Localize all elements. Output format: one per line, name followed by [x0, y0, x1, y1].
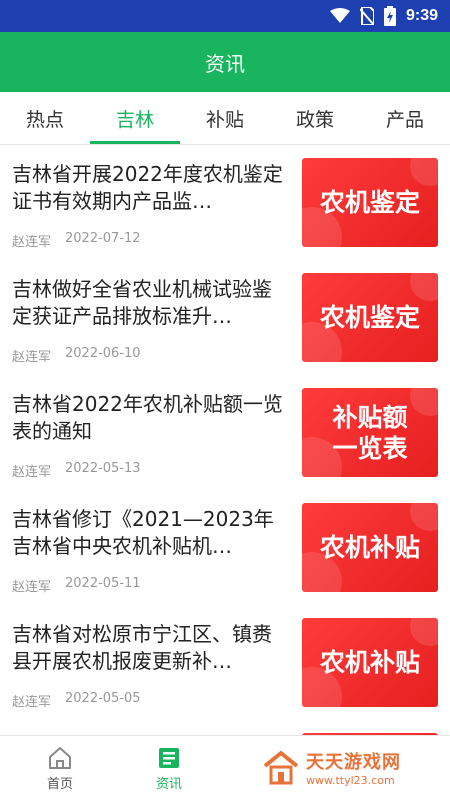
thumbnail-text: 农机鉴定 [319, 303, 420, 332]
nav-home-label: 首页 [46, 776, 73, 792]
article-thumbnail: 农机补贴 [302, 503, 438, 592]
article-title: 吉林省修订《2021—2023年吉林省中央农机补贴机… [12, 507, 274, 558]
list-item[interactable]: 吉林省修订《2021—2023年吉林省中央农机补贴机… 赵连军 2022-05-… [0, 490, 450, 605]
article-thumbnail: 农机鉴定 [302, 158, 438, 247]
page-title: 资讯 [205, 51, 245, 76]
watermark-house-icon [263, 750, 299, 784]
list-item[interactable]: 吉林省对松原市宁江区、镇赉县开展农机报废更新补… 赵连军 2022-05-05 … [0, 605, 450, 720]
status-time: 9:39 [405, 7, 438, 24]
thumbnail-text: 农机鉴定 [319, 188, 420, 217]
article-list: 吉林省开展2022年度农机鉴定证书有效期内产品监… 赵连军 2022-07-12… [0, 145, 450, 735]
article-meta: 赵连军 2022-07-12 [12, 231, 141, 250]
watermark-url: www.ttyl23.com [306, 774, 395, 787]
status-bar: 9:39 [0, 0, 450, 32]
article-date: 2022-06-10 [65, 346, 141, 361]
tab-subsidy[interactable]: 补贴 [180, 92, 270, 144]
nav-news-label: 资讯 [155, 776, 182, 792]
article-author: 赵连军 [12, 580, 52, 595]
article-date: 2022-07-12 [65, 231, 141, 246]
article-date: 2022-05-11 [65, 576, 141, 591]
list-item[interactable]: 吉林省2022年农机补贴额一览表的通知 赵连军 2022-05-13 补贴额 一… [0, 375, 450, 490]
article-author: 赵连军 [12, 465, 52, 480]
article-title: 吉林省对松原市宁江区、镇赉县开展农机报废更新补… [12, 622, 272, 673]
list-item[interactable]: 吉林做好全省农业机械试验鉴定获证产品排放标准升… 赵连军 2022-06-10 … [0, 260, 450, 375]
article-thumbnail: 农机补贴 [302, 618, 438, 707]
news-icon [159, 747, 179, 768]
watermark-text: 天天游戏网 [306, 752, 401, 773]
category-tabs: 热点 吉林 补贴 政策 产品 [0, 92, 450, 145]
list-item-partial[interactable] [0, 720, 450, 735]
watermark-logo: 天天游戏网 www.ttyl23.com [262, 748, 401, 787]
app-bar: 资讯 [0, 32, 450, 92]
article-thumbnail: 农机鉴定 [302, 273, 438, 362]
article-meta: 赵连军 2022-06-10 [12, 346, 141, 365]
tab-jilin[interactable]: 吉林 [90, 92, 180, 144]
article-meta: 赵连军 2022-05-11 [12, 576, 141, 595]
no-sim-icon [359, 7, 374, 25]
thumbnail-text: 农机补贴 [319, 533, 420, 562]
article-meta: 赵连军 2022-05-13 [12, 461, 141, 480]
wifi-icon [329, 8, 350, 23]
battery-charging-icon [383, 6, 396, 26]
nav-news[interactable]: 资讯 [109, 736, 229, 800]
article-author: 赵连军 [12, 350, 52, 365]
home-icon [49, 746, 71, 769]
tab-hot[interactable]: 热点 [0, 92, 90, 144]
article-author: 赵连军 [12, 235, 52, 250]
tab-products[interactable]: 产品 [360, 92, 450, 144]
article-meta: 赵连军 2022-05-05 [12, 691, 141, 710]
article-date: 2022-05-05 [65, 691, 141, 706]
article-title: 吉林省2022年农机补贴额一览表的通知 [12, 392, 283, 443]
thumbnail-text: 农机补贴 [319, 648, 420, 677]
tab-policy[interactable]: 政策 [270, 92, 360, 144]
article-title: 吉林做好全省农业机械试验鉴定获证产品排放标准升… [12, 277, 272, 328]
article-date: 2022-05-13 [65, 461, 141, 476]
article-author: 赵连军 [12, 695, 52, 710]
thumbnail-text: 补贴额 一览表 [332, 402, 408, 463]
nav-home[interactable]: 首页 [0, 736, 120, 800]
list-item[interactable]: 吉林省开展2022年度农机鉴定证书有效期内产品监… 赵连军 2022-07-12… [0, 145, 450, 260]
article-thumbnail: 补贴额 一览表 [302, 388, 438, 477]
article-title: 吉林省开展2022年度农机鉴定证书有效期内产品监… [12, 162, 283, 213]
bottom-nav: 首页 资讯 天天游戏网 www.ttyl23.com [0, 735, 450, 800]
